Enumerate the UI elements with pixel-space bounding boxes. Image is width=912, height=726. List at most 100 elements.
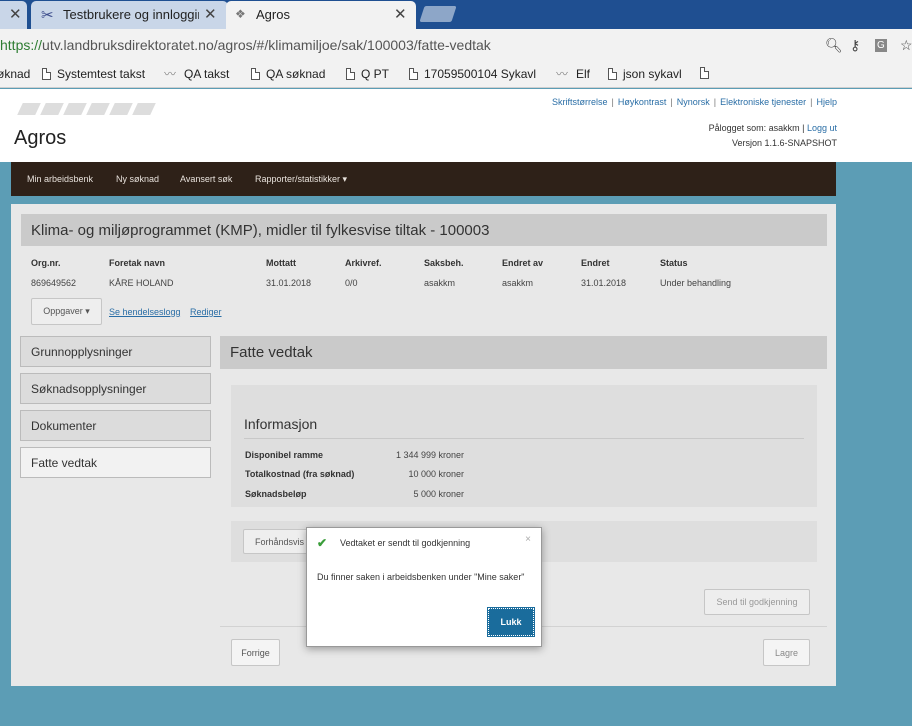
bookmark-item[interactable]: øknad: [0, 67, 30, 81]
separator: |: [713, 97, 717, 107]
case-field-changed: Endret 31.01.2018: [581, 258, 626, 288]
content-title: Fatte vedtak: [230, 344, 313, 361]
field-label: Status: [660, 258, 688, 268]
stripe: [86, 103, 110, 115]
nav-new-application[interactable]: Ny søknad: [116, 174, 159, 184]
case-field-changed-by: Endret av asakkm: [502, 258, 543, 288]
stripe: [109, 103, 133, 115]
bookmark-item[interactable]: QA søknad: [251, 67, 325, 81]
content-header: Fatte vedtak: [220, 336, 827, 369]
bookmark-item[interactable]: json sykavl: [608, 67, 682, 81]
field-value: asakkm: [424, 278, 456, 288]
translate-icon[interactable]: G: [875, 39, 887, 52]
case-field-handler: Saksbeh. asakkm: [424, 258, 464, 288]
nav-my-workbench[interactable]: Min arbeidsbenk: [27, 174, 93, 184]
info-label-amount: Søknadsbeløp: [245, 489, 307, 499]
logged-in-label: Pålogget som: asakkm: [708, 123, 800, 133]
logo-stripes: [17, 103, 156, 115]
field-label: Arkivref.: [345, 258, 382, 268]
field-label: Org.nr.: [31, 258, 61, 268]
sidenav-application-info[interactable]: Søknadsopplysninger: [20, 373, 211, 404]
version-label: Versjon 1.1.6-SNAPSHOT: [731, 138, 837, 148]
tab-close-icon[interactable]: ✕: [394, 5, 407, 23]
new-tab-button[interactable]: [419, 6, 457, 22]
font-size-link[interactable]: Skriftstørrelse: [552, 97, 608, 107]
close-dialog-button[interactable]: Lukk: [487, 607, 535, 637]
utility-links: Skriftstørrelse | Høykontrast | Nynorsk | Elek…: [552, 97, 837, 107]
nav-advanced-search[interactable]: Avansert søk: [180, 174, 232, 184]
e-services-link[interactable]: Elektroniske tjenester: [720, 97, 806, 107]
bookmark-label: øknad: [0, 67, 31, 81]
bookmark-item[interactable]: 〰 Elf: [556, 67, 590, 81]
info-label-budget: Disponibel ramme: [245, 450, 324, 460]
bookmarks-bar: øknad Systemtest takst 〰 QA takst QA søkn…: [0, 62, 912, 88]
tab-close-icon[interactable]: ✕: [9, 5, 22, 23]
info-value-budget: 1 344 999 kroner: [395, 450, 464, 460]
key-icon[interactable]: ⚷: [850, 37, 860, 54]
url-path: utv.landbruksdirektoratet.no/agros/#/kli…: [42, 37, 491, 53]
previous-button[interactable]: Forrige: [231, 639, 280, 666]
bookmark-item[interactable]: [700, 67, 715, 79]
tools-icon: ✂: [41, 7, 54, 24]
wave-icon: 〰: [164, 67, 177, 81]
page-icon: [700, 67, 709, 79]
bookmark-item[interactable]: 17059500104 Sykavl: [409, 67, 536, 81]
field-value: 869649562: [31, 278, 77, 288]
address-bar[interactable]: https://utv.landbruksdirektoratet.no/agr…: [0, 29, 912, 62]
help-link[interactable]: Hjelp: [816, 97, 837, 107]
high-contrast-link[interactable]: Høykontrast: [618, 97, 667, 107]
save-button[interactable]: Lagre: [763, 639, 810, 666]
case-title: Klima- og miljøprogrammet (KMP), midler …: [31, 222, 490, 239]
stripe: [132, 103, 156, 115]
tab-close-icon[interactable]: ✕: [204, 5, 217, 23]
sidenav-basic-info[interactable]: Grunnopplysninger: [20, 336, 211, 367]
case-field-received: Mottatt 31.01.2018: [266, 258, 311, 288]
bookmark-label: QA takst: [184, 67, 230, 81]
checkmark-icon: ✔: [317, 536, 328, 550]
url-text[interactable]: https://utv.landbruksdirektoratet.no/agr…: [0, 37, 491, 53]
info-label-total-cost: Totalkostnad (fra søknad): [245, 469, 355, 479]
browser-tab-agros[interactable]: ❖ Agros ✕: [226, 1, 416, 29]
site-header: Agros Skriftstørrelse | Høykontrast | Nynors…: [0, 89, 912, 162]
zoom-icon[interactable]: 🔍︎: [825, 37, 843, 54]
logout-link[interactable]: Logg ut: [807, 123, 837, 133]
tab-title: Agros: [256, 7, 290, 22]
main-nav: Min arbeidsbenk Ny søknad Avansert søk R…: [11, 162, 836, 196]
field-label: Endret av: [502, 258, 544, 268]
star-icon[interactable]: ☆: [900, 37, 912, 54]
close-icon[interactable]: ×: [525, 534, 531, 545]
page-icon: [608, 68, 617, 80]
nav-reports-dropdown[interactable]: Rapporter/statistikker ▾: [255, 174, 347, 185]
case-header: Klima- og miljøprogrammet (KMP), midler …: [21, 214, 827, 246]
edit-link[interactable]: Rediger: [190, 307, 222, 317]
field-label: Mottatt: [266, 258, 296, 268]
bookmark-item[interactable]: 〰 QA takst: [164, 67, 229, 81]
bookmark-label: QA søknad: [266, 67, 326, 81]
url-scheme: https://: [0, 37, 43, 53]
info-value-total-cost: 10 000 kroner: [408, 469, 464, 479]
browser-tabstrip: ✕ ✂ Testbrukere og innlogging ✕ ❖ Agros …: [0, 0, 912, 29]
bookmark-label: Systemtest takst: [57, 67, 146, 81]
app-logo[interactable]: Agros: [14, 127, 66, 150]
separator: |: [810, 97, 813, 107]
case-field-orgnr: Org.nr. 869649562: [31, 258, 76, 288]
bookmark-item[interactable]: Q PT: [346, 67, 389, 81]
field-value: asakkm: [502, 278, 534, 288]
sidenav-decision[interactable]: Fatte vedtak: [20, 447, 211, 478]
event-log-link[interactable]: Se hendelseslogg: [109, 307, 181, 317]
page-icon: [42, 68, 51, 80]
browser-tab-testbrukere[interactable]: ✂ Testbrukere og innlogging ✕: [31, 1, 228, 29]
dialog-title: Vedtaket er sendt til godkjenning: [340, 538, 471, 548]
browser-tab-previous[interactable]: ✕: [0, 1, 27, 29]
tasks-dropdown-button[interactable]: Oppgaver ▾: [31, 298, 102, 325]
tab-title: Testbrukere og innlogging: [63, 7, 199, 22]
nynorsk-link[interactable]: Nynorsk: [677, 97, 710, 107]
send-for-approval-button[interactable]: Send til godkjenning: [704, 589, 810, 615]
separator: |: [670, 97, 673, 107]
bookmark-item[interactable]: Systemtest takst: [42, 67, 145, 81]
sidenav-documents[interactable]: Dokumenter: [20, 410, 211, 441]
field-label: Saksbeh.: [424, 258, 464, 268]
stripe: [63, 103, 87, 115]
field-value: KÅRE HOLAND: [109, 278, 174, 288]
stripe: [40, 103, 64, 115]
